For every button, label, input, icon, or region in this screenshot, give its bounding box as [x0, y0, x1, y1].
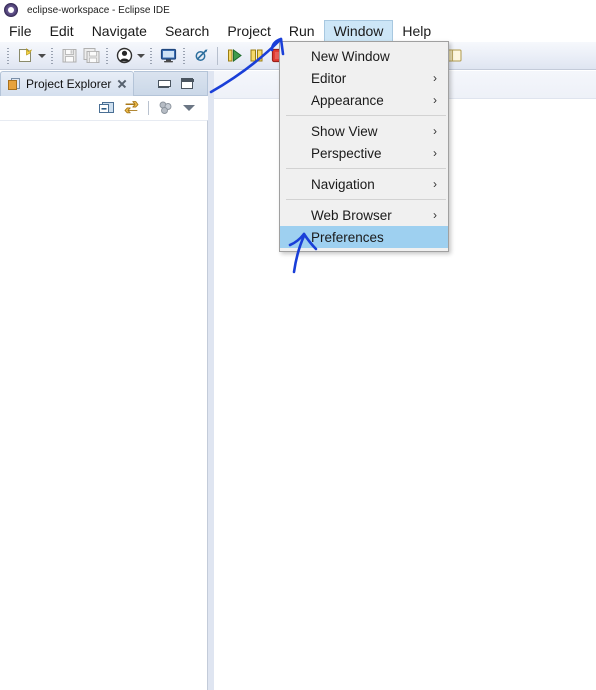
- project-explorer-view: Project Explorer: [0, 71, 208, 690]
- toolbar-grip[interactable]: [6, 46, 11, 65]
- project-explorer-tree[interactable]: [0, 120, 208, 690]
- maximize-icon[interactable]: [181, 78, 194, 89]
- menubar-item-edit[interactable]: Edit: [41, 20, 83, 42]
- resume-icon[interactable]: [223, 45, 245, 67]
- menu-item-label: Navigation: [311, 176, 375, 192]
- chevron-right-icon: ›: [433, 124, 437, 138]
- menu-item-label: Preferences: [311, 229, 384, 245]
- console-icon[interactable]: [157, 45, 179, 67]
- menu-item-show-view[interactable]: Show View ›: [280, 120, 448, 142]
- menubar-item-file[interactable]: File: [0, 20, 41, 42]
- toolbar-grip-2[interactable]: [50, 46, 55, 65]
- window-menu-dropdown: New Window Editor › Appearance › Show Vi…: [279, 41, 449, 252]
- menu-item-navigation[interactable]: Navigation ›: [280, 173, 448, 195]
- view-menu-chevron-icon[interactable]: [182, 101, 196, 115]
- project-explorer-icon: [7, 77, 21, 91]
- view-toolbar-separator: [148, 100, 149, 115]
- toolbar-grip-3[interactable]: [105, 46, 110, 65]
- menubar-item-navigate[interactable]: Navigate: [83, 20, 156, 42]
- menu-item-new-window[interactable]: New Window: [280, 45, 448, 67]
- project-explorer-toolbar: [0, 96, 208, 120]
- close-icon[interactable]: [116, 78, 128, 90]
- new-wizard-dropdown[interactable]: [36, 45, 47, 67]
- toolbar-grip-4[interactable]: [149, 46, 154, 65]
- menu-item-label: Perspective: [311, 145, 382, 161]
- title-bar: eclipse-workspace - Eclipse IDE: [0, 0, 596, 20]
- collapse-all-icon[interactable]: [98, 99, 115, 116]
- menu-item-appearance[interactable]: Appearance ›: [280, 89, 448, 111]
- minimize-icon[interactable]: [158, 79, 171, 88]
- menu-item-preferences[interactable]: Preferences: [280, 226, 448, 248]
- menubar-item-project[interactable]: Project: [218, 20, 280, 42]
- window-title: eclipse-workspace - Eclipse IDE: [27, 4, 170, 16]
- chevron-right-icon: ›: [433, 146, 437, 160]
- new-wizard-icon[interactable]: [14, 45, 36, 67]
- skip-breakpoints-icon[interactable]: [190, 45, 212, 67]
- menu-item-perspective[interactable]: Perspective ›: [280, 142, 448, 164]
- menu-item-label: Editor: [311, 70, 347, 86]
- menubar-item-search[interactable]: Search: [156, 20, 218, 42]
- chevron-right-icon: ›: [433, 93, 437, 107]
- menu-item-web-browser[interactable]: Web Browser ›: [280, 204, 448, 226]
- project-explorer-tab-row: Project Explorer: [0, 71, 208, 96]
- suspend-icon[interactable]: [245, 45, 267, 67]
- menubar-item-window[interactable]: Window: [323, 20, 394, 42]
- user-account-icon[interactable]: [113, 45, 135, 67]
- menu-item-label: Show View: [311, 123, 378, 139]
- chevron-right-icon: ›: [433, 208, 437, 222]
- tab-label: Project Explorer: [26, 77, 112, 91]
- save-icon[interactable]: [58, 45, 80, 67]
- save-all-icon[interactable]: [80, 45, 102, 67]
- menu-separator-3: [286, 199, 446, 200]
- menubar-item-help[interactable]: Help: [393, 20, 440, 42]
- toolbar-separator-1: [217, 46, 218, 65]
- link-with-editor-icon[interactable]: [123, 99, 140, 116]
- chevron-right-icon: ›: [433, 71, 437, 85]
- chevron-right-icon: ›: [433, 177, 437, 191]
- eclipse-icon: [4, 3, 18, 17]
- view-group-icon[interactable]: [157, 99, 174, 116]
- menu-separator-1: [286, 115, 446, 116]
- view-window-controls: [134, 71, 208, 96]
- toolbar-grip-5[interactable]: [182, 46, 187, 65]
- user-account-dropdown[interactable]: [135, 45, 146, 67]
- menu-bar: File Edit Navigate Search Project Run Wi…: [0, 20, 596, 42]
- menu-item-label: New Window: [311, 48, 390, 64]
- menu-separator-2: [286, 168, 446, 169]
- menu-item-editor[interactable]: Editor ›: [280, 67, 448, 89]
- eclipse-ide-window: eclipse-workspace - Eclipse IDE File Edi…: [0, 0, 596, 690]
- menubar-item-run[interactable]: Run: [280, 20, 324, 42]
- menu-item-label: Web Browser: [311, 207, 392, 223]
- tab-project-explorer[interactable]: Project Explorer: [0, 71, 135, 96]
- menu-item-label: Appearance: [311, 92, 384, 108]
